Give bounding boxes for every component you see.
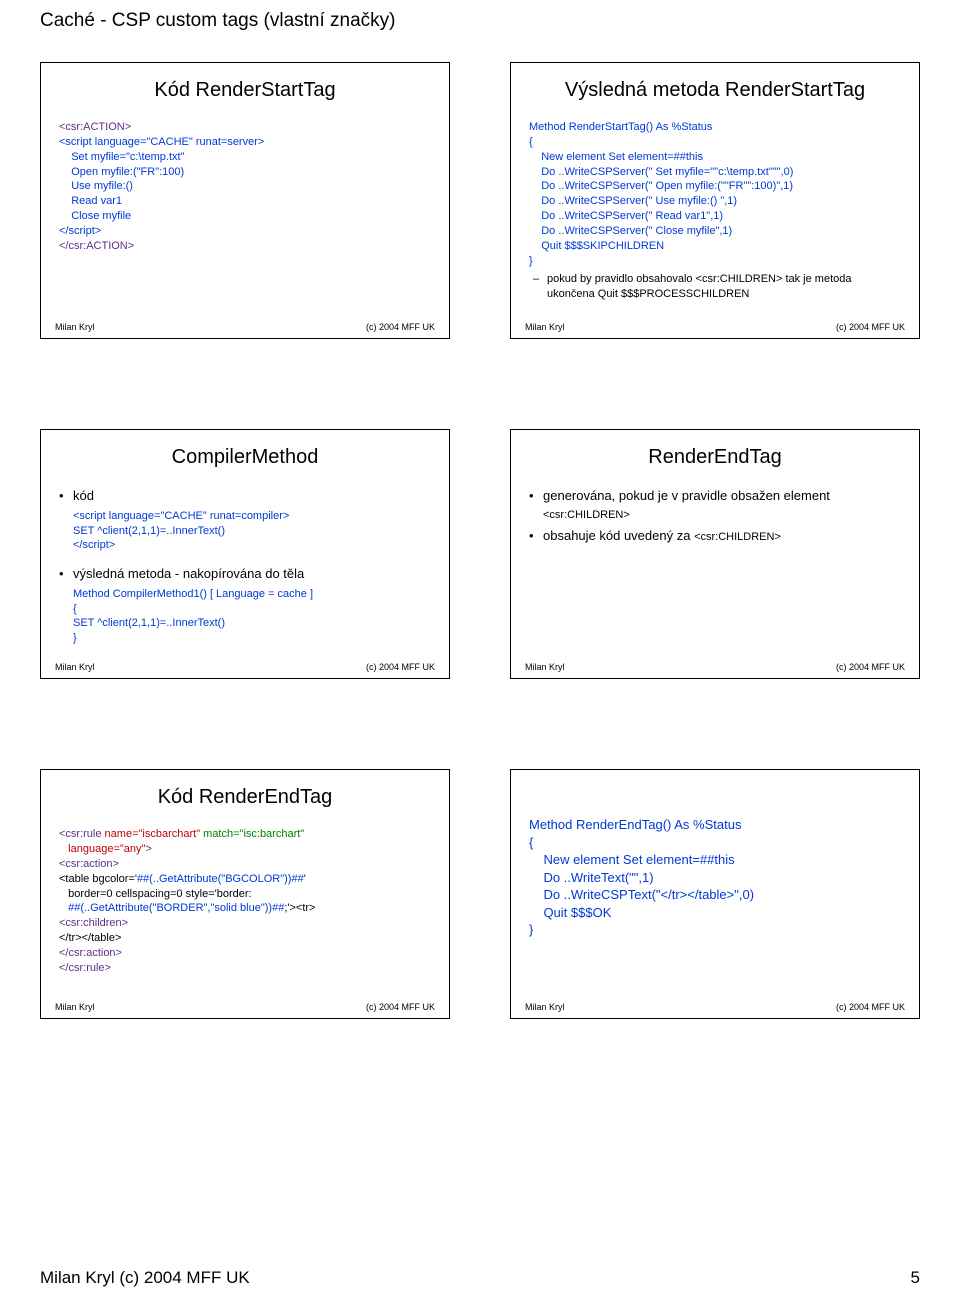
code-line: SET ^client(2,1,1)=..InnerText() <box>73 524 431 539</box>
code-line: } <box>529 921 901 939</box>
page-footer: Milan Kryl (c) 2004 MFF UK 5 <box>40 1268 920 1288</box>
code-line: } <box>529 254 901 269</box>
slide-title: CompilerMethod <box>51 446 439 469</box>
footer-author: Milan Kryl <box>55 322 95 332</box>
slide-title: Výsledná metoda RenderStartTag <box>521 79 909 102</box>
code-line: Open myfile:("FR":100) <box>59 165 431 180</box>
slides-row: Kód RenderStartTag <csr:ACTION><script l… <box>40 62 920 339</box>
code-line: <script language="CACHE" runat=compiler> <box>73 509 431 524</box>
code-line: } <box>73 631 431 646</box>
slides-row: CompilerMethod kód <script language="CAC… <box>40 429 920 679</box>
code-line: Method RenderEndTag() As %Status <box>529 816 901 834</box>
page-footer-page-number: 5 <box>911 1268 920 1288</box>
code-line: Do ..WriteCSPText("</tr></table>",0) <box>529 886 901 904</box>
code-line: Quit $$$SKIPCHILDREN <box>529 239 901 254</box>
code-line: Method RenderStartTag() As %Status <box>529 120 901 135</box>
code-line: New element Set element=##this <box>529 851 901 869</box>
slide-title: RenderEndTag <box>521 446 909 469</box>
code-line: ##(..GetAttribute("BORDER","solid blue")… <box>59 901 431 916</box>
footer-copyright: (c) 2004 MFF UK <box>836 1002 905 1012</box>
footer-copyright: (c) 2004 MFF UK <box>836 322 905 332</box>
page: Caché - CSP custom tags (vlastní značky)… <box>0 0 960 1302</box>
code-line: </script> <box>59 224 431 239</box>
slide-footer: Milan Kryl (c) 2004 MFF UK <box>521 320 909 334</box>
code-line: Do ..WriteText("",1) <box>529 869 901 887</box>
code-line: Do ..WriteCSPServer(" Set myfile=""c:\te… <box>529 165 901 180</box>
slide-footer: Milan Kryl (c) 2004 MFF UK <box>521 660 909 674</box>
slide-body: kód <script language="CACHE" runat=compi… <box>51 487 439 654</box>
slide-title: Kód RenderStartTag <box>51 79 439 102</box>
code-line: SET ^client(2,1,1)=..InnerText() <box>73 616 431 631</box>
code-line: { <box>73 602 431 617</box>
code-line: Do ..WriteCSPServer(" Open myfile:(""FR"… <box>529 179 901 194</box>
code-line: Do ..WriteCSPServer(" Read var1",1) <box>529 209 901 224</box>
code-line: <script language="CACHE" runat=server> <box>59 135 431 150</box>
slides-row: Kód RenderEndTag <csr:rule name="iscbarc… <box>40 769 920 1019</box>
slide-title: Kód RenderEndTag <box>51 786 439 809</box>
code-line: Use myfile:() <box>59 179 431 194</box>
footer-copyright: (c) 2004 MFF UK <box>366 1002 435 1012</box>
footer-author: Milan Kryl <box>525 1002 565 1012</box>
slide-footer: Milan Kryl (c) 2004 MFF UK <box>521 1000 909 1014</box>
code-line: { <box>529 135 901 150</box>
code-line: Do ..WriteCSPServer(" Close myfile",1) <box>529 224 901 239</box>
bullet: generována, pokud je v pravidle obsažen … <box>529 487 901 522</box>
footer-author: Milan Kryl <box>525 662 565 672</box>
slides-grid: Kód RenderStartTag <csr:ACTION><script l… <box>40 62 920 1019</box>
footer-author: Milan Kryl <box>55 662 95 672</box>
bullet: výsledná metoda - nakopírována do těla <box>59 565 431 583</box>
bullet: obsahuje kód uvedený za <csr:CHILDREN> <box>529 527 901 545</box>
code-line: border=0 cellspacing=0 style='border: <box>59 887 431 902</box>
code-line: Do ..WriteCSPServer(" Use myfile:() ",1) <box>529 194 901 209</box>
footer-copyright: (c) 2004 MFF UK <box>836 662 905 672</box>
code-line: Quit $$$OK <box>529 904 901 922</box>
code-line: Close myfile <box>59 209 431 224</box>
slide-body: <csr:ACTION><script language="CACHE" run… <box>51 120 439 314</box>
code-line: <table bgcolor='##(..GetAttribute("BGCOL… <box>59 872 431 887</box>
code-line: <csr:rule name="iscbarchart" match="isc:… <box>59 827 431 842</box>
code-line: language="any"> <box>59 842 431 857</box>
code-line: <csr:ACTION> <box>59 120 431 135</box>
code-line: </csr:ACTION> <box>59 239 431 254</box>
code-line: </tr></table> <box>59 931 431 946</box>
footer-author: Milan Kryl <box>55 1002 95 1012</box>
footer-author: Milan Kryl <box>525 322 565 332</box>
footer-copyright: (c) 2004 MFF UK <box>366 662 435 672</box>
code-line: { <box>529 834 901 852</box>
code-line: </csr:action> <box>59 946 431 961</box>
slide-footer: Milan Kryl (c) 2004 MFF UK <box>51 1000 439 1014</box>
document-title: Caché - CSP custom tags (vlastní značky) <box>40 10 920 32</box>
code-line: Read var1 <box>59 194 431 209</box>
slide-body: generována, pokud je v pravidle obsažen … <box>521 487 909 654</box>
slide-renderendtag: RenderEndTag generována, pokud je v prav… <box>510 429 920 679</box>
code-line: Set myfile="c:\temp.txt" <box>59 150 431 165</box>
slide-note: pokud by pravidlo obsahovalo <csr:CHILDR… <box>529 272 901 302</box>
slide-footer: Milan Kryl (c) 2004 MFF UK <box>51 660 439 674</box>
slide-compilermethod: CompilerMethod kód <script language="CAC… <box>40 429 450 679</box>
code-line: </csr:rule> <box>59 961 431 976</box>
slide-vysledna-renderstarttag: Výsledná metoda RenderStartTag Method Re… <box>510 62 920 339</box>
code-line: </script> <box>73 538 431 553</box>
page-footer-left: Milan Kryl (c) 2004 MFF UK <box>40 1268 250 1288</box>
bullet: kód <box>59 487 431 505</box>
code-line: Method CompilerMethod1() [ Language = ca… <box>73 587 431 602</box>
slide-kod-renderendtag: Kód RenderEndTag <csr:rule name="iscbarc… <box>40 769 450 1019</box>
slide-body: <csr:rule name="iscbarchart" match="isc:… <box>51 827 439 994</box>
code-line: New element Set element=##this <box>529 150 901 165</box>
code-line: <csr:children> <box>59 916 431 931</box>
slide-body: Method RenderStartTag() As %Status{ New … <box>521 120 909 314</box>
code-line: <csr:action> <box>59 857 431 872</box>
slide-footer: Milan Kryl (c) 2004 MFF UK <box>51 320 439 334</box>
slide-renderendtag-method: Method RenderEndTag() As %Status{ New el… <box>510 769 920 1019</box>
footer-copyright: (c) 2004 MFF UK <box>366 322 435 332</box>
slide-kod-renderstarttag: Kód RenderStartTag <csr:ACTION><script l… <box>40 62 450 339</box>
slide-body: Method RenderEndTag() As %Status{ New el… <box>521 816 909 994</box>
